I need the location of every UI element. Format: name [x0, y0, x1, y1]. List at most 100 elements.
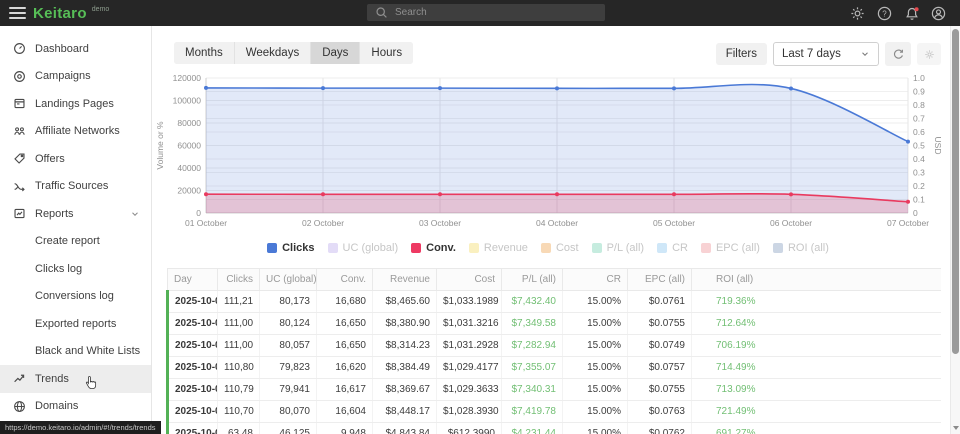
date-range-select[interactable]: Last 7 days [773, 42, 879, 66]
sidebar-item-conversions-log[interactable]: Conversions log [0, 283, 151, 311]
legend-item-clicks[interactable]: Clicks [267, 242, 314, 254]
column-header-epc-all[interactable]: EPC (all) [628, 269, 692, 291]
cell-roi-all: 714.49% [692, 357, 942, 379]
cell-p-l-all: $7,349.58 [502, 313, 563, 335]
column-header-revenue[interactable]: Revenue [373, 269, 437, 291]
cell-clicks: 110,80 [218, 357, 260, 379]
table-row: 2025-10-05110,7979,94116,617$8,369.67$1,… [168, 379, 942, 401]
svg-text:20000: 20000 [177, 186, 201, 196]
legend-item-cr[interactable]: CR [657, 242, 688, 254]
help-icon[interactable]: ? [877, 6, 892, 21]
legend-swatch [701, 243, 711, 253]
cell-roi-all: 706.19% [692, 335, 942, 357]
sidebar-item-dashboard[interactable]: Dashboard [0, 35, 151, 63]
search-box[interactable] [367, 4, 605, 21]
sidebar-item-campaigns[interactable]: Campaigns [0, 63, 151, 91]
column-header-cr[interactable]: CR [563, 269, 628, 291]
cell-epc-all: $0.0761 [628, 291, 692, 313]
column-header-day[interactable]: Day [168, 269, 218, 291]
sidebar-item-clicks-log[interactable]: Clicks log [0, 255, 151, 283]
cell-roi-all: 691.27% [692, 423, 942, 434]
cell-p-l-all: $7,282.94 [502, 335, 563, 357]
svg-text:1.0: 1.0 [913, 73, 925, 83]
column-header-conv[interactable]: Conv. [317, 269, 373, 291]
cell-p-l-all: $7,355.07 [502, 357, 563, 379]
legend-swatch [411, 243, 421, 253]
legend-swatch [541, 243, 551, 253]
svg-text:40000: 40000 [177, 163, 201, 173]
legend-item-revenue[interactable]: Revenue [469, 242, 528, 254]
sidebar-item-trends[interactable]: Trends [0, 365, 151, 393]
svg-text:04 October: 04 October [536, 218, 578, 228]
svg-text:0.5: 0.5 [913, 141, 925, 151]
legend-item-uc-global[interactable]: UC (global) [328, 242, 399, 254]
traffic-sources-icon [13, 180, 26, 193]
legend-item-epc-all[interactable]: EPC (all) [701, 242, 760, 254]
svg-text:0.9: 0.9 [913, 87, 925, 97]
sidebar-item-create-report[interactable]: Create report [0, 228, 151, 256]
column-header-cost[interactable]: Cost [437, 269, 502, 291]
tab-hours[interactable]: Hours [360, 42, 413, 64]
refresh-button[interactable] [885, 42, 911, 66]
cell-day: 2025-10-05 [168, 379, 218, 401]
sidebar-item-label: Dashboard [35, 43, 89, 55]
notifications-icon[interactable] [904, 6, 919, 21]
table-row: 2025-10-03111,0080,05716,650$8,314.23$1,… [168, 335, 942, 357]
cell-day: 2025-10-07 [168, 423, 218, 434]
column-header-uc-global[interactable]: UC (global) [260, 269, 317, 291]
profile-icon[interactable] [931, 6, 946, 21]
sidebar-item-label: Affiliate Networks [35, 125, 120, 137]
scrollbar-down-arrow[interactable] [953, 426, 959, 430]
svg-text:USD: USD [933, 137, 943, 155]
cell-epc-all: $0.0755 [628, 379, 692, 401]
search-input[interactable] [395, 7, 585, 18]
chart-settings-button[interactable] [917, 43, 941, 65]
cell-day: 2025-10-06 [168, 401, 218, 423]
scrollbar-thumb[interactable] [952, 29, 959, 354]
sidebar-item-black-white-lists[interactable]: Black and White Lists [0, 338, 151, 366]
tab-months[interactable]: Months [174, 42, 235, 64]
svg-text:06 October: 06 October [770, 218, 812, 228]
dashboard-icon [13, 42, 26, 55]
cell-p-l-all: $7,432.40 [502, 291, 563, 313]
legend-label: EPC (all) [716, 242, 760, 254]
scrollbar-track[interactable] [950, 26, 960, 434]
legend-label: ROI (all) [788, 242, 829, 254]
legend-item-roi-all[interactable]: ROI (all) [773, 242, 829, 254]
landings-pages-icon [13, 97, 26, 110]
column-header-roi-all[interactable]: ROI (all) [692, 269, 942, 291]
cell-cost: $1,033.1989 [437, 291, 502, 313]
sidebar-item-affiliate-networks[interactable]: Affiliate Networks [0, 118, 151, 146]
cell-clicks: 63,48 [218, 423, 260, 434]
settings-icon[interactable] [850, 6, 865, 21]
legend-item-p-l-all[interactable]: P/L (all) [592, 242, 645, 254]
legend-item-conv[interactable]: Conv. [411, 242, 456, 254]
app-logo: Keitaro [33, 5, 87, 22]
sidebar-item-label: Landings Pages [35, 98, 114, 110]
sidebar-item-label: Offers [35, 153, 65, 165]
column-header-clicks[interactable]: Clicks [218, 269, 260, 291]
sidebar-item-offers[interactable]: Offers [0, 145, 151, 173]
sidebar-item-reports[interactable]: Reports [0, 200, 151, 228]
cell-uc-global: 80,124 [260, 313, 317, 335]
filters-button[interactable]: Filters [716, 43, 767, 65]
refresh-icon [892, 48, 905, 61]
cell-revenue: $8,314.23 [373, 335, 437, 357]
sidebar-item-domains[interactable]: Domains [0, 393, 151, 421]
legend-item-cost[interactable]: Cost [541, 242, 579, 254]
cell-uc-global: 79,941 [260, 379, 317, 401]
sidebar-item-exported-reports[interactable]: Exported reports [0, 310, 151, 338]
tab-days[interactable]: Days [311, 42, 360, 64]
cell-conv: 16,650 [317, 313, 373, 335]
trends-chart-svg: 02000040000600008000010000012000000.10.2… [153, 70, 950, 233]
sidebar-item-landings-pages[interactable]: Landings Pages [0, 90, 151, 118]
svg-text:01 October: 01 October [185, 218, 227, 228]
legend-swatch [469, 243, 479, 253]
svg-text:0: 0 [196, 208, 201, 218]
column-header-p-l-all[interactable]: P/L (all) [502, 269, 563, 291]
trends-icon [13, 372, 26, 385]
cell-epc-all: $0.0749 [628, 335, 692, 357]
sidebar-item-traffic-sources[interactable]: Traffic Sources [0, 173, 151, 201]
menu-icon[interactable] [9, 7, 26, 19]
tab-weekdays[interactable]: Weekdays [235, 42, 311, 64]
